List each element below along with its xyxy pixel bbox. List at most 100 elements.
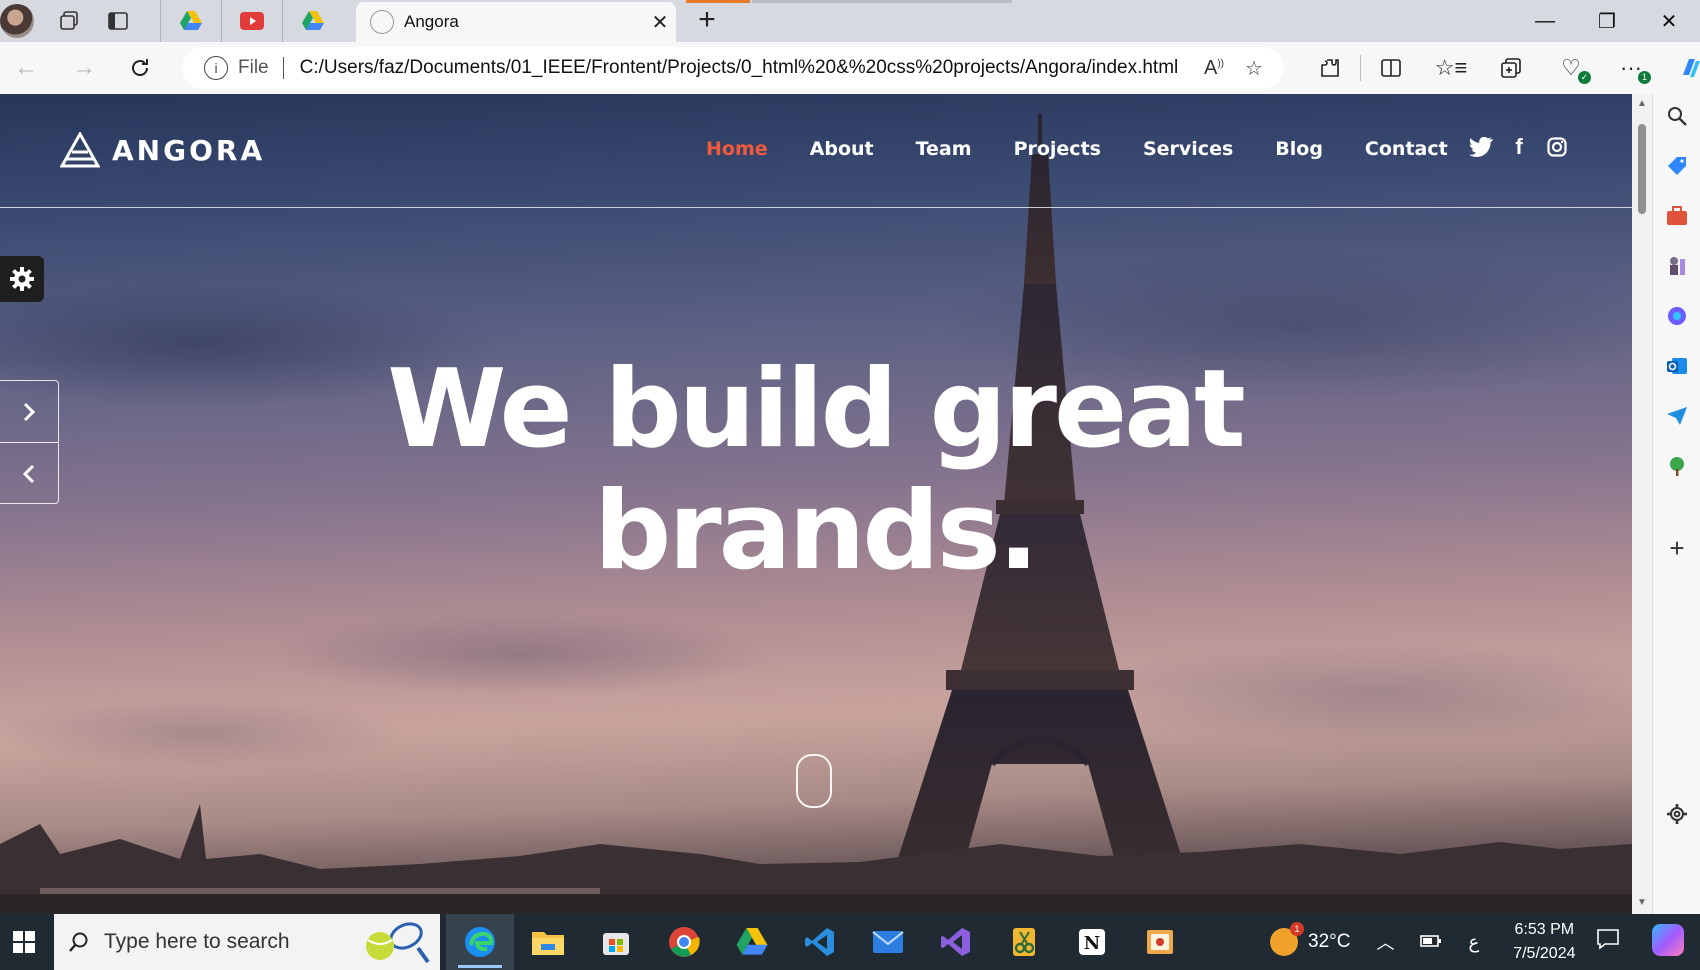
nav-contact[interactable]: Contact: [1365, 138, 1448, 160]
new-tab-button[interactable]: +: [690, 4, 724, 38]
brand-logo[interactable]: ANGORA: [60, 132, 265, 168]
style-switcher-button[interactable]: [0, 256, 44, 302]
taskbar-snipping-tool[interactable]: [990, 914, 1058, 970]
nav-services[interactable]: Services: [1143, 138, 1233, 160]
google-drive-icon: [736, 928, 768, 955]
taskbar-vscode[interactable]: [786, 914, 854, 970]
taskbar-chrome[interactable]: [650, 914, 718, 970]
favorite-star-icon[interactable]: ☆: [1234, 56, 1274, 81]
settings-and-more-icon[interactable]: ··· 1: [1601, 48, 1661, 88]
tab-strip: Angora ✕ + — ❐ ✕: [0, 0, 1700, 42]
hero-headline: We build great brands.: [320, 349, 1310, 593]
toolbar-icons: ☆≡ ♡ ✓ ··· 1: [1300, 42, 1700, 94]
add-sidebar-app-icon[interactable]: +: [1663, 533, 1691, 563]
copilot-icon[interactable]: [1661, 48, 1700, 88]
chevron-left-icon: [22, 464, 35, 483]
input-language-indicator[interactable]: ع: [1468, 932, 1479, 953]
brand-name: ANGORA: [112, 133, 266, 167]
gear-icon: [10, 267, 34, 291]
tab-loading-track: [752, 0, 1012, 3]
taskbar-notion[interactable]: N: [1058, 914, 1126, 970]
nav-team[interactable]: Team: [916, 138, 972, 160]
microsoft-365-icon[interactable]: [1663, 302, 1691, 330]
clock-time: 6:53 PM: [1514, 921, 1575, 938]
hero-line-2: brands.: [594, 469, 1039, 594]
taskbar-mail[interactable]: [854, 914, 922, 970]
tab-angora[interactable]: Angora ✕: [356, 2, 676, 42]
sidebar-settings-icon[interactable]: [1663, 800, 1691, 828]
pinned-tab-drive-1[interactable]: [160, 0, 221, 42]
taskbar-certificate-app[interactable]: [1126, 914, 1194, 970]
pinned-tab-drive-2[interactable]: [282, 0, 343, 42]
minimize-button[interactable]: —: [1514, 0, 1576, 42]
restore-button[interactable]: ❐: [1576, 0, 1638, 42]
folder-icon: [532, 932, 564, 955]
show-hidden-icons-chevron-icon[interactable]: ︿: [1376, 929, 1394, 955]
collections-icon[interactable]: [1481, 48, 1541, 88]
workspaces-icon[interactable]: [58, 9, 82, 33]
taskbar-visual-studio[interactable]: [922, 914, 990, 970]
twitter-icon[interactable]: [1462, 134, 1500, 160]
site-info-icon[interactable]: i: [204, 56, 228, 80]
svg-text:N: N: [1084, 933, 1100, 954]
taskbar-google-drive[interactable]: [718, 914, 786, 970]
notification-center-icon[interactable]: [1596, 928, 1620, 956]
windows-logo-icon: [13, 931, 35, 953]
copilot-taskbar-icon[interactable]: [1652, 924, 1684, 956]
page-scrollbar[interactable]: ▲ ▼: [1632, 94, 1652, 914]
tab-actions-icon[interactable]: [106, 9, 130, 33]
favorites-icon[interactable]: ☆≡: [1421, 48, 1481, 88]
taskbar-file-explorer[interactable]: [514, 914, 582, 970]
weather-widget[interactable]: 1 32°C: [1270, 922, 1350, 956]
scroll-down-indicator[interactable]: [796, 754, 832, 808]
slider-prev-button[interactable]: [0, 443, 58, 504]
reload-button[interactable]: [118, 48, 162, 88]
microsoft-store-icon: [603, 933, 629, 955]
google-drive-icon: [302, 11, 324, 30]
start-button[interactable]: [0, 914, 48, 970]
tab-title: Angora: [404, 12, 459, 31]
close-tab-icon[interactable]: ✕: [644, 10, 676, 35]
google-drive-icon: [180, 11, 202, 30]
tab-strip-left: [0, 0, 343, 42]
battery-icon[interactable]: [1420, 932, 1442, 953]
forward-button[interactable]: →: [62, 48, 106, 88]
sidebar-search-icon[interactable]: [1663, 102, 1691, 130]
browser-essentials-icon[interactable]: ♡ ✓: [1541, 48, 1601, 88]
shopping-tag-icon[interactable]: [1663, 152, 1691, 180]
close-window-button[interactable]: ✕: [1638, 0, 1700, 42]
windows-taskbar: Type here to search N 1 32°C ︿ ع 6:53 PM…: [0, 914, 1700, 970]
address-bar[interactable]: i File C:/Users/faz/Documents/01_IEEE/Fr…: [182, 47, 1284, 89]
nav-projects[interactable]: Projects: [1014, 138, 1101, 160]
slider-next-button[interactable]: [0, 381, 58, 443]
outlook-icon[interactable]: [1663, 352, 1691, 380]
extensions-icon[interactable]: [1300, 48, 1360, 88]
games-icon[interactable]: [1663, 252, 1691, 280]
taskbar-search[interactable]: Type here to search: [54, 914, 440, 970]
taskbar-store[interactable]: [582, 914, 650, 970]
taskbar-edge[interactable]: [446, 914, 514, 970]
split-screen-icon[interactable]: [1361, 48, 1421, 88]
send-drop-icon[interactable]: [1663, 402, 1691, 430]
scroll-up-arrow-icon[interactable]: ▲: [1636, 98, 1648, 109]
taskbar-clock[interactable]: 6:53 PM 7/5/2024: [1513, 918, 1575, 966]
nav-home[interactable]: Home: [706, 138, 768, 160]
reload-icon: [132, 59, 148, 76]
profile-avatar[interactable]: [0, 4, 34, 38]
facebook-icon[interactable]: f: [1500, 134, 1538, 160]
tools-briefcase-icon[interactable]: [1663, 202, 1691, 230]
read-aloud-icon[interactable]: A)): [1194, 57, 1234, 80]
nav-about[interactable]: About: [810, 138, 874, 160]
pinned-tab-youtube[interactable]: [221, 0, 282, 42]
angora-logo-icon: [60, 132, 100, 168]
tree-app-icon[interactable]: [1663, 452, 1691, 480]
mail-icon: [872, 931, 904, 953]
instagram-icon[interactable]: [1538, 134, 1576, 160]
scroll-down-arrow-icon[interactable]: ▼: [1636, 897, 1648, 908]
scroll-thumb[interactable]: [1638, 124, 1646, 214]
url-text[interactable]: C:/Users/faz/Documents/01_IEEE/Frontent/…: [300, 57, 1194, 79]
clock-date: 7/5/2024: [1513, 945, 1576, 962]
nav-blog[interactable]: Blog: [1275, 138, 1323, 160]
back-button[interactable]: ←: [4, 48, 48, 88]
edge-sidebar: +: [1652, 94, 1700, 914]
